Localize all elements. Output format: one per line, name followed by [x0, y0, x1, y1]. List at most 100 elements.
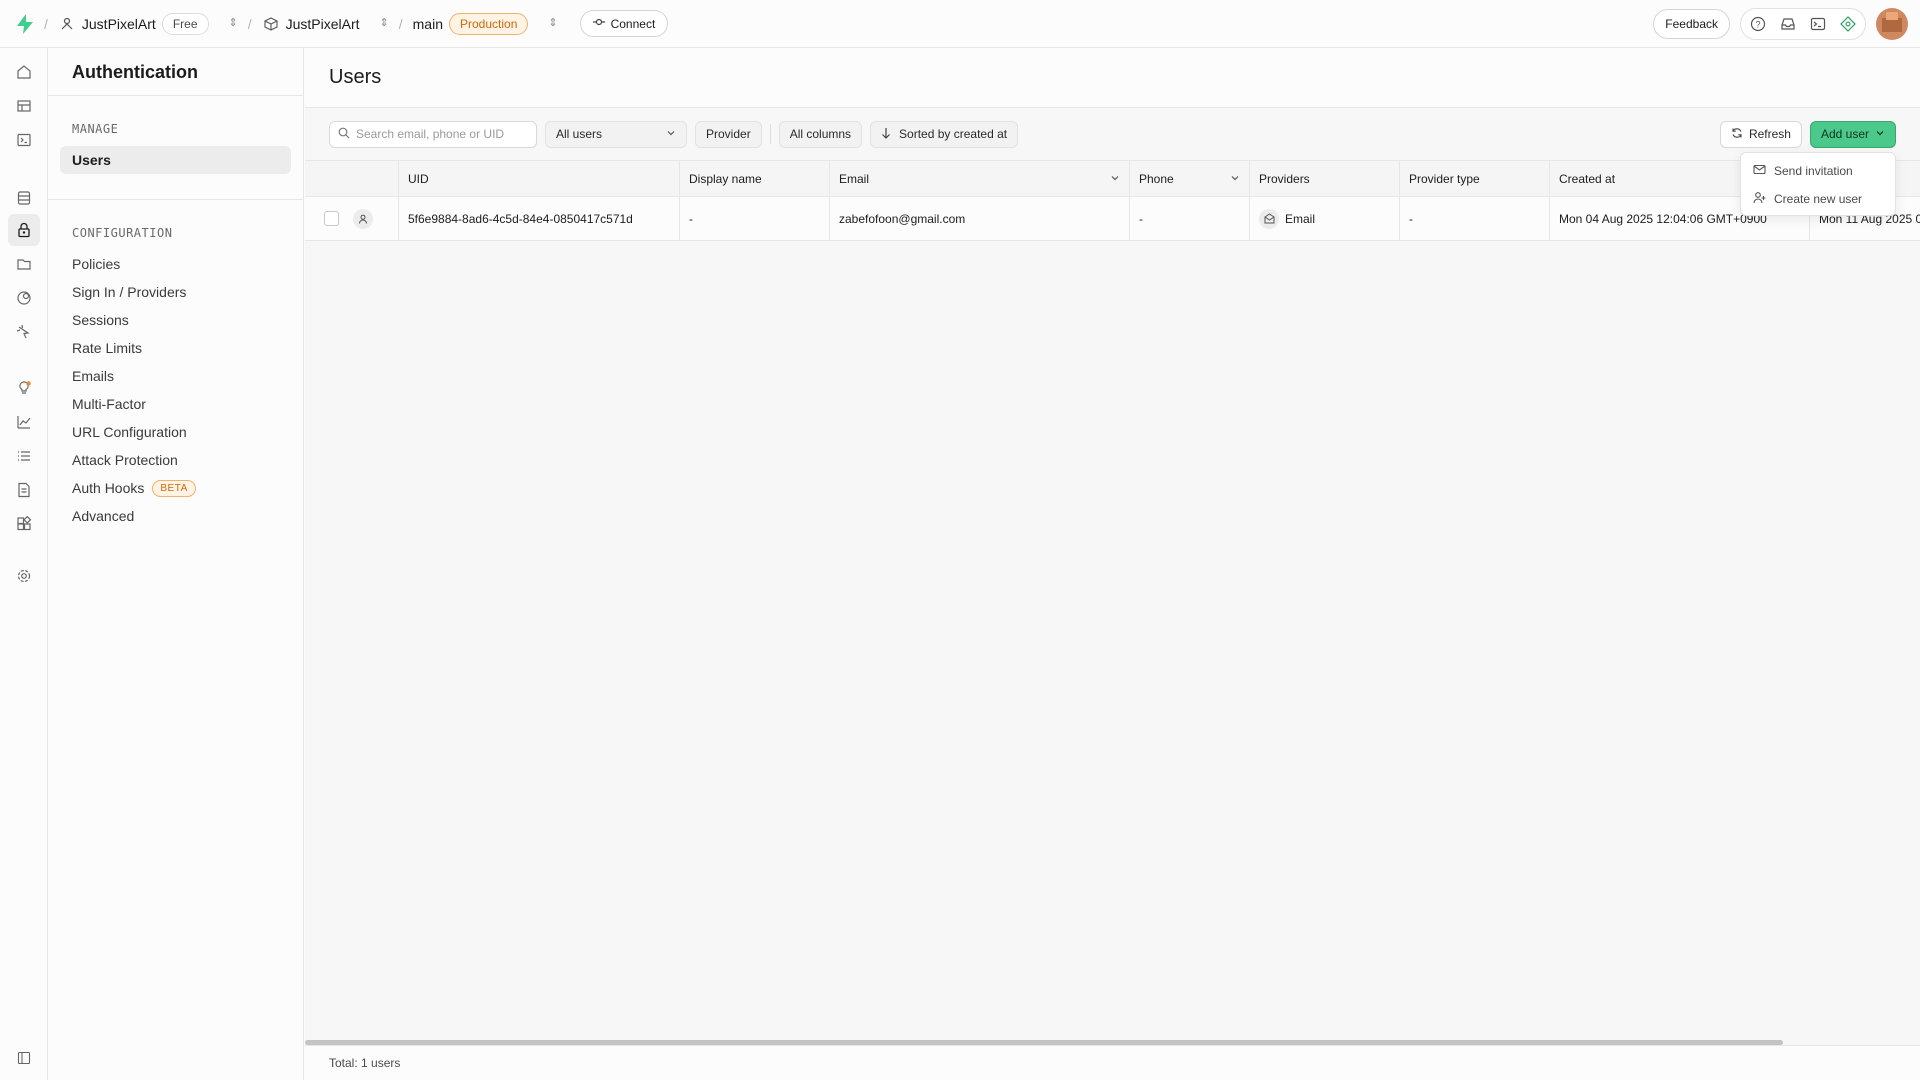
logo-icon[interactable]: [16, 13, 34, 34]
reports-icon[interactable]: [14, 412, 34, 432]
column-header-provider-type[interactable]: Provider type: [1400, 161, 1550, 196]
sidebar-item-multi-factor[interactable]: Multi-Factor: [48, 390, 303, 418]
api-docs-icon[interactable]: [14, 480, 34, 500]
storage-icon[interactable]: [14, 254, 34, 274]
sidebar-item-sign-in-providers[interactable]: Sign In / Providers: [48, 278, 303, 306]
sort-button[interactable]: Sorted by created at: [870, 120, 1019, 148]
settings-gear-icon[interactable]: [14, 566, 34, 586]
environment-badge: Production: [449, 12, 529, 35]
panel-title: Authentication: [48, 48, 303, 96]
add-user-button[interactable]: Add user: [1809, 120, 1896, 148]
cell-phone: -: [1130, 197, 1250, 240]
toolbar-icon-group: ?: [1740, 8, 1866, 40]
sidebar-item-users[interactable]: Users: [60, 146, 291, 174]
sidebar-item-advanced[interactable]: Advanced: [48, 502, 303, 530]
search-input[interactable]: Search email, phone or UID: [329, 120, 537, 148]
add-user-menu: Send invitation Create new user: [1740, 152, 1896, 216]
sidebar-item-policies[interactable]: Policies: [48, 250, 303, 278]
column-header-providers[interactable]: Providers: [1250, 161, 1400, 196]
top-bar: / JustPixelArt Free ⇕ / JustPixelArt ⇕ /…: [0, 0, 1920, 48]
project-box-icon: [262, 15, 280, 33]
plan-badge: Free: [161, 12, 209, 35]
sidebar-item-attack-protection[interactable]: Attack Protection: [48, 446, 303, 474]
sidebar-item-emails[interactable]: Emails: [48, 362, 303, 390]
column-header-phone[interactable]: Phone: [1130, 161, 1250, 196]
divider: [769, 124, 771, 144]
branch-selector[interactable]: main Production ⇕: [413, 12, 558, 35]
org-selector[interactable]: JustPixelArt Free ⇕: [58, 12, 238, 35]
provider-label: Email: [1285, 211, 1316, 226]
row-checkbox[interactable]: [324, 211, 339, 226]
chevron-updown-icon[interactable]: ⇕: [229, 18, 238, 29]
database-icon[interactable]: [14, 188, 34, 208]
chevron-down-icon[interactable]: [1230, 172, 1240, 186]
page-title: Users: [305, 48, 1920, 108]
inbox-icon[interactable]: [1779, 15, 1797, 33]
chevron-down-icon[interactable]: [1110, 172, 1120, 186]
chevron-updown-icon[interactable]: ⇕: [380, 18, 389, 29]
advisors-icon[interactable]: [14, 378, 34, 398]
users-toolbar: Search email, phone or UID All users Pro…: [305, 108, 1920, 160]
table-editor-icon[interactable]: [14, 96, 34, 116]
table-row[interactable]: 5f6e9884-8ad6-4c5d-84e4-0850417c571d - z…: [305, 197, 1920, 241]
user-avatar[interactable]: [1876, 8, 1908, 40]
project-name: JustPixelArt: [285, 15, 360, 32]
menu-item-label: Send invitation: [1774, 164, 1853, 178]
connect-button[interactable]: Connect: [579, 10, 669, 37]
sidebar-item-rate-limits[interactable]: Rate Limits: [48, 334, 303, 362]
menu-item-label: Create new user: [1774, 192, 1863, 206]
cell-display-name: -: [680, 197, 830, 240]
sidebar-item-sessions[interactable]: Sessions: [48, 306, 303, 334]
breadcrumb-separator: /: [44, 15, 48, 32]
beta-badge: BETA: [152, 479, 196, 497]
menu-item-send-invitation[interactable]: Send invitation: [1741, 157, 1895, 185]
provider-filter-button[interactable]: Provider: [695, 120, 762, 148]
column-header-display-name[interactable]: Display name: [680, 161, 830, 196]
users-table: UID Display name Email Phone Providers P…: [305, 160, 1920, 241]
cell-uid: 5f6e9884-8ad6-4c5d-84e4-0850417c571d: [399, 197, 680, 240]
row-select-cell: [305, 197, 399, 240]
logs-icon[interactable]: [14, 446, 34, 466]
breadcrumb-separator: /: [247, 15, 252, 32]
collapse-sidebar-icon[interactable]: [14, 1048, 34, 1068]
sidebar-item-auth-hooks[interactable]: Auth Hooks BETA: [48, 474, 303, 502]
column-header-email[interactable]: Email: [830, 161, 1130, 196]
chevron-down-icon: [666, 127, 676, 141]
plug-icon: [592, 16, 605, 31]
feedback-button[interactable]: Feedback: [1653, 9, 1730, 39]
email-provider-icon: [1259, 208, 1279, 229]
project-selector[interactable]: JustPixelArt ⇕: [262, 15, 389, 33]
refresh-label: Refresh: [1748, 127, 1791, 141]
sql-editor-icon[interactable]: [14, 130, 34, 150]
home-icon[interactable]: [14, 62, 34, 82]
left-icon-rail: [0, 48, 48, 1080]
add-user-label: Add user: [1820, 127, 1869, 141]
integrations-icon[interactable]: [14, 514, 34, 534]
refresh-button[interactable]: Refresh: [1719, 120, 1802, 148]
main-content: Users Search email, phone or UID All use…: [305, 48, 1920, 1080]
section-label-manage: MANAGE: [72, 122, 119, 136]
sidebar-item-label: Auth Hooks: [72, 480, 145, 496]
user-plus-icon: [1753, 191, 1766, 207]
assistant-icon[interactable]: [1839, 15, 1857, 33]
column-header-label: Phone: [1139, 171, 1174, 186]
terminal-icon[interactable]: [1809, 15, 1827, 33]
mail-icon: [1753, 163, 1766, 179]
table-footer-total: Total: 1 users: [305, 1045, 1920, 1080]
arrow-down-icon: [881, 127, 891, 142]
authentication-icon[interactable]: [8, 214, 40, 246]
connect-label: Connect: [610, 16, 656, 31]
refresh-icon: [1731, 127, 1743, 142]
user-filter-select[interactable]: All users: [545, 120, 687, 148]
auth-side-panel: Authentication MANAGE Users CONFIGURATIO…: [48, 48, 304, 1080]
sidebar-item-url-configuration[interactable]: URL Configuration: [48, 418, 303, 446]
menu-item-create-new-user[interactable]: Create new user: [1741, 185, 1895, 213]
column-header-uid[interactable]: UID: [399, 161, 680, 196]
chevron-updown-icon[interactable]: ⇕: [548, 18, 557, 29]
columns-button[interactable]: All columns: [778, 120, 863, 148]
search-placeholder: Search email, phone or UID: [356, 127, 505, 141]
realtime-icon[interactable]: [14, 322, 34, 342]
edge-functions-icon[interactable]: [14, 288, 34, 308]
cell-providers: Email: [1250, 197, 1400, 240]
help-icon[interactable]: ?: [1749, 15, 1767, 33]
